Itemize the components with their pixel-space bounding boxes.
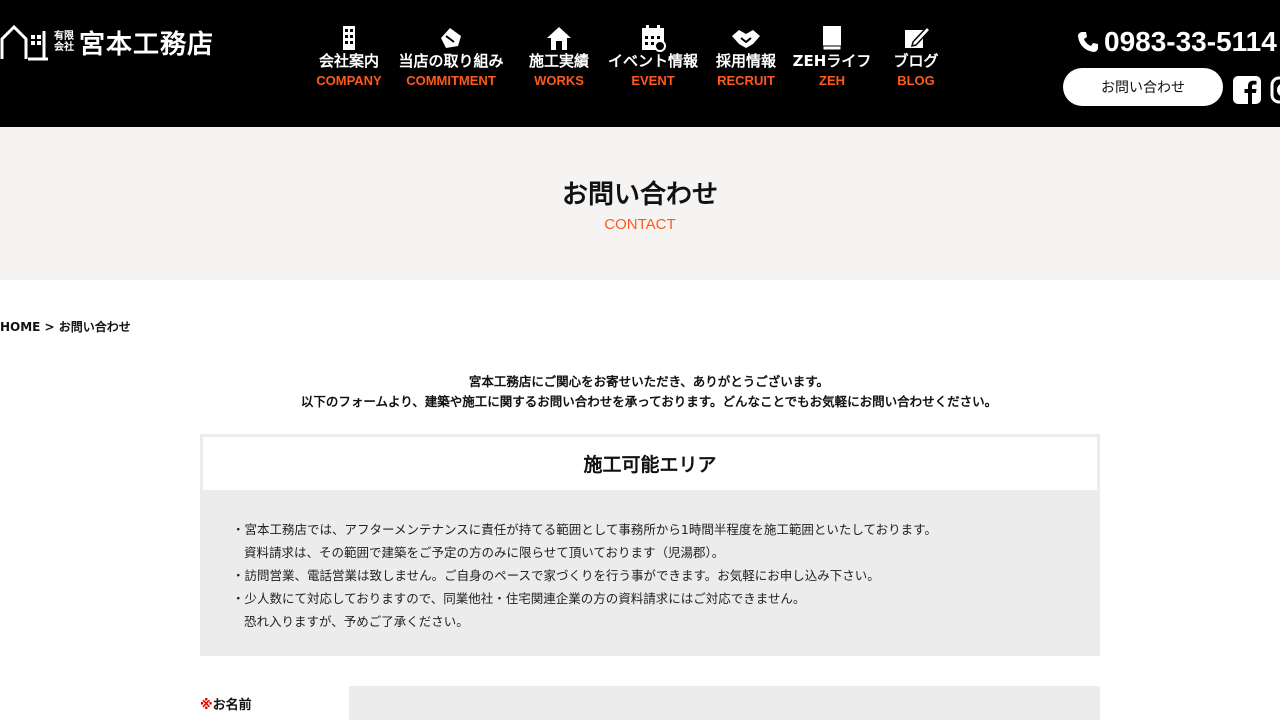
nav-item-event[interactable]: イベント情報 EVENT [604,24,702,89]
nav-item-company[interactable]: 会社案内 COMPANY [310,24,388,89]
intro-text: 宮本工務店にご関心をお寄せいただき、ありがとうございます。 以下のフォームより、… [0,372,1280,412]
required-mark: ※ [200,698,213,713]
page-title-band: お問い合わせ CONTACT [0,127,1280,280]
list-item: 資料請求は、その範囲で建築をご予定の方のみに限らせて頂いております（児湯郡）。 [244,545,725,560]
nav-item-zeh[interactable]: ZEHライフ ZEH [790,24,874,89]
list-item: ・少人数にて対応しておりますので、同業他社・住宅関連企業の方の資料請求にはご対応… [232,591,806,606]
facebook-icon[interactable] [1233,76,1261,104]
handshake-icon [732,30,760,48]
main-nav: 会社案内 COMPANY 当店の取り組み COMMITMENT 施工実績 WOR… [310,24,958,89]
nav-label-ja: 会社案内 [318,52,379,70]
house-logo-icon [0,24,48,61]
logo-company-type: 有限 会社 [54,31,74,53]
nav-label-en: COMMITMENT [406,73,496,88]
nav-label-ja: イベント情報 [607,52,698,70]
service-area-list: ・宮本工務店では、アフターメンテナンスに責任が持てる範囲として事務所から1時間半… [232,518,937,633]
breadcrumb[interactable]: HOME > お問い合わせ [0,318,131,335]
nav-label-en: COMPANY [316,73,382,88]
nav-label-en: RECRUIT [717,73,775,88]
name-label-text: お名前 [212,698,252,713]
phone-icon [1078,32,1098,52]
building-icon [343,26,355,50]
list-item: 恐れ入りますが、予めご了承ください。 [244,614,469,629]
logo-name: 宮本工務店 [79,29,215,60]
nav-label-en: BLOG [897,73,935,88]
nav-label-ja: 当店の取り組み [398,52,504,70]
service-area-heading: 施工可能エリア [203,437,1097,490]
pen-icon [905,25,931,48]
page-subtitle: CONTACT [604,216,676,233]
book-icon [822,26,842,51]
nav-label-en: ZEH [819,73,845,88]
intro-line: 以下のフォームより、建築や施工に関するお問い合わせを承っております。どんなことで… [300,394,998,409]
site-header: 有限 会社 宮本工務店 会社案内 COMPANY 当店の取り組み COMMITM… [0,0,1280,127]
instagram-icon[interactable] [1270,76,1280,104]
page-title: お問い合わせ [561,180,718,210]
hand-icon [441,28,461,48]
list-item: ・訪問営業、電話営業は致しません。ご自身のペースで家づくりを行う事ができます。お… [232,568,880,583]
nav-label-ja: 施工実績 [528,52,589,70]
name-field-label: ※お名前 [200,694,252,713]
nav-item-works[interactable]: 施工実績 WORKS [514,24,604,89]
calendar-icon [642,25,666,52]
nav-label-ja: ZEHライフ [792,52,872,70]
list-item: ・宮本工務店では、アフターメンテナンスに責任が持てる範囲として事務所から1時間半… [232,522,937,537]
nav-label-en: EVENT [631,73,675,88]
site-logo[interactable]: 有限 会社 宮本工務店 [0,22,214,62]
service-area-box: 施工可能エリア ・宮本工務店では、アフターメンテナンスに責任が持てる範囲として事… [200,434,1100,656]
nav-item-blog[interactable]: ブログ BLOG [874,24,958,89]
phone-number[interactable]: 0983-33-5114 [1076,26,1277,58]
nav-label-ja: ブログ [893,52,939,70]
nav-label-en: WORKS [534,73,584,88]
house-icon [547,27,571,50]
name-field[interactable] [349,686,1100,720]
nav-item-recruit[interactable]: 採用情報 RECRUIT [702,24,790,89]
nav-item-commitment[interactable]: 当店の取り組み COMMITMENT [388,24,514,89]
nav-label-ja: 採用情報 [715,52,776,70]
contact-button[interactable]: お問い合わせ [1063,68,1223,106]
phone-number-text: 0983-33-5114 [1104,26,1277,57]
intro-line: 宮本工務店にご関心をお寄せいただき、ありがとうございます。 [468,374,830,389]
